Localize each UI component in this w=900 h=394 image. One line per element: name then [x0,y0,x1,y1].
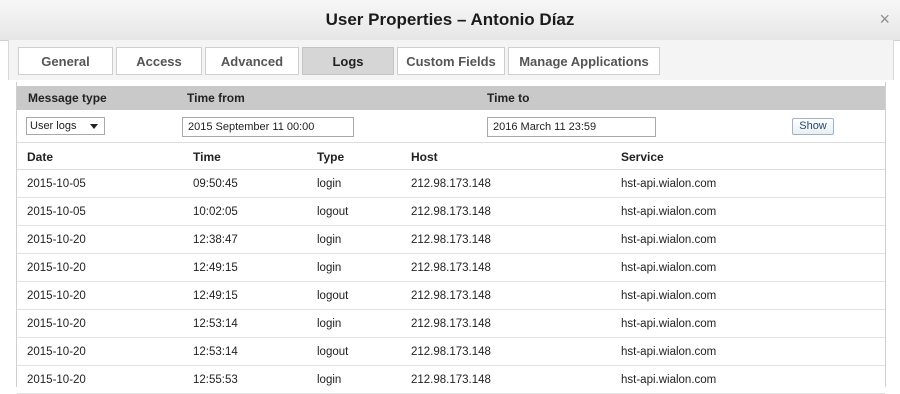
cell-date: 2015-10-20 [27,262,86,274]
table-row[interactable]: 2015-10-05 10:02:05 logout 212.98.173.14… [17,198,885,226]
dialog-title: User Properties – Antonio Díaz [325,10,575,29]
cell-type: login [317,374,342,386]
time-to-label: Time to [487,91,530,105]
close-icon[interactable]: × [879,10,890,28]
cell-type: login [317,178,342,190]
column-header-service[interactable]: Service [621,150,664,164]
tab-advanced[interactable]: Advanced [205,47,299,75]
cell-time: 12:38:47 [193,234,238,246]
cell-type: logout [317,206,349,218]
cell-time: 12:53:14 [193,346,238,358]
cell-host: 212.98.173.148 [411,290,491,302]
table-row[interactable]: 2015-10-20 12:38:47 login 212.98.173.148… [17,226,885,254]
table-row[interactable]: 2015-10-20 12:53:14 logout 212.98.173.14… [17,338,885,366]
filter-header: Message type Time from Time to [17,86,885,110]
cell-time: 09:50:45 [193,178,238,190]
cell-host: 212.98.173.148 [411,374,491,386]
column-header-date[interactable]: Date [27,150,53,164]
cell-host: 212.98.173.148 [411,206,491,218]
log-table-body: 2015-10-05 09:50:45 login 212.98.173.148… [17,170,885,394]
column-header-time[interactable]: Time [193,150,221,164]
cell-time: 10:02:05 [193,206,238,218]
table-row[interactable]: 2015-10-20 12:49:15 login 212.98.173.148… [17,254,885,282]
column-header-type[interactable]: Type [317,150,344,164]
cell-date: 2015-10-20 [27,374,86,386]
chevron-down-icon [90,124,98,129]
cell-service: hst-api.wialon.com [621,234,717,246]
cell-type: login [317,234,342,246]
cell-service: hst-api.wialon.com [621,318,717,330]
table-row[interactable]: 2015-10-20 12:49:15 logout 212.98.173.14… [17,282,885,310]
cell-date: 2015-10-20 [27,318,86,330]
cell-date: 2015-10-20 [27,346,86,358]
table-header: Date Time Type Host Service [17,143,885,170]
cell-type: login [317,262,342,274]
tab-custom-fields[interactable]: Custom Fields [397,47,505,75]
cell-time: 12:53:14 [193,318,238,330]
tab-manage-applications[interactable]: Manage Applications [508,47,660,75]
tab-general[interactable]: General [18,47,113,75]
logs-panel: Message type Time from Time to User logs… [16,82,886,394]
cell-service: hst-api.wialon.com [621,346,717,358]
cell-service: hst-api.wialon.com [621,262,717,274]
table-row[interactable]: 2015-10-20 12:55:53 login 212.98.173.148… [17,366,885,394]
tab-bar: General Access Advanced Logs Custom Fiel… [8,40,894,80]
time-to-input[interactable] [487,117,656,137]
cell-time: 12:49:15 [193,262,238,274]
table-row[interactable]: 2015-10-05 09:50:45 login 212.98.173.148… [17,170,885,198]
message-type-value: User logs [30,120,77,132]
tab-logs[interactable]: Logs [302,47,394,75]
cell-service: hst-api.wialon.com [621,206,717,218]
cell-time: 12:49:15 [193,290,238,302]
column-header-host[interactable]: Host [411,150,438,164]
time-from-input[interactable] [182,117,354,137]
cell-host: 212.98.173.148 [411,262,491,274]
cell-type: logout [317,346,349,358]
cell-service: hst-api.wialon.com [621,290,717,302]
time-from-label: Time from [187,91,245,105]
cell-type: login [317,318,342,330]
cell-type: logout [317,290,349,302]
message-type-select[interactable]: User logs [26,117,105,135]
cell-date: 2015-10-05 [27,206,86,218]
cell-host: 212.98.173.148 [411,178,491,190]
cell-time: 12:55:53 [193,374,238,386]
cell-host: 212.98.173.148 [411,234,491,246]
cell-host: 212.98.173.148 [411,318,491,330]
message-type-label: Message type [28,91,107,105]
cell-service: hst-api.wialon.com [621,374,717,386]
table-row[interactable]: 2015-10-20 12:53:14 login 212.98.173.148… [17,310,885,338]
filter-controls: User logs Show [17,110,885,143]
cell-date: 2015-10-05 [27,178,86,190]
show-button[interactable]: Show [792,118,834,135]
tab-access[interactable]: Access [116,47,202,75]
cell-date: 2015-10-20 [27,290,86,302]
dialog-title-bar: User Properties – Antonio Díaz × [0,0,900,41]
cell-host: 212.98.173.148 [411,346,491,358]
cell-date: 2015-10-20 [27,234,86,246]
cell-service: hst-api.wialon.com [621,178,717,190]
